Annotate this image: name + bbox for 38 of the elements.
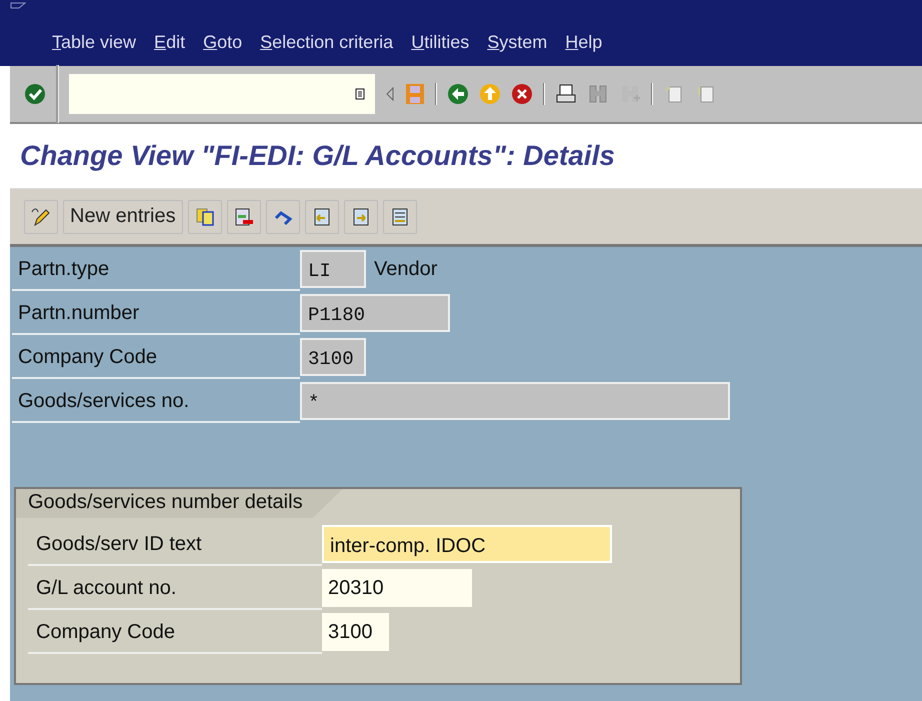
pencil-icon [31,206,51,226]
copy-icon [194,206,215,226]
list-icon [390,206,410,226]
previous-page-icon [312,206,332,226]
menu-item[interactable]: Goto [203,32,242,53]
previous-entry-button[interactable] [304,200,339,234]
display-field: * [300,382,730,420]
menu-item[interactable]: Selection criteria [260,32,394,53]
display-field: P1180 [300,294,450,332]
menu-item[interactable]: Help [565,32,602,53]
command-field[interactable] [69,74,375,114]
menu-item[interactable]: Utilities [411,32,470,53]
copy-button[interactable] [188,200,222,234]
enter-icon[interactable] [24,83,46,105]
history-icon[interactable] [355,88,365,100]
menu-item[interactable]: Edit [154,32,186,53]
next-page-icon [350,206,371,226]
display-field: LI [300,250,366,288]
menu-item[interactable]: System [487,32,548,53]
print-icon[interactable] [555,83,577,105]
new-entries-button[interactable]: New entries [63,200,183,234]
back-icon[interactable] [447,83,469,105]
menu-item[interactable]: Table view [52,32,136,53]
group-title: Goods/services number details [16,489,343,518]
screen-title: Change View "FI-EDI: G/L Accounts": Details [20,140,615,172]
display-field: 3100 [300,338,366,376]
collapse-arrow-icon[interactable] [385,86,395,102]
input-field[interactable]: 20310 [322,569,472,607]
select-button[interactable] [382,200,417,234]
delete-button[interactable] [226,200,261,234]
input-field[interactable]: inter-comp. IDOC [322,525,612,563]
edit-button[interactable] [24,200,58,234]
next-entry-button[interactable] [344,200,378,234]
delete-row-icon [234,206,254,226]
field-description: Vendor [374,258,438,280]
cancel-icon[interactable] [511,83,533,105]
input-field[interactable]: 3100 [322,613,389,651]
undo-button[interactable] [266,200,300,234]
